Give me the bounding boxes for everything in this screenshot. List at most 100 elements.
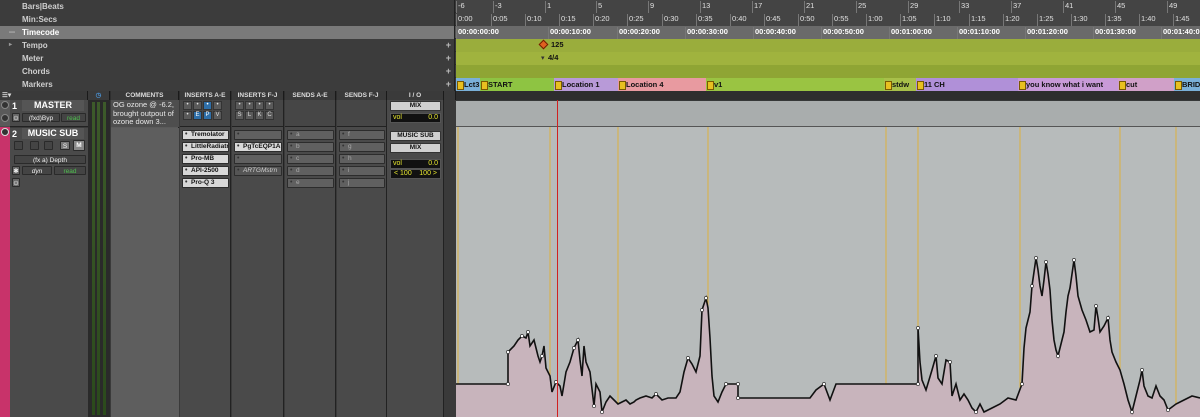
- automation-breakpoint[interactable]: [540, 354, 544, 358]
- automation-breakpoint[interactable]: [704, 296, 708, 300]
- add-meter-icon[interactable]: +: [446, 52, 451, 65]
- record-button[interactable]: [14, 141, 23, 150]
- sends-ae-header[interactable]: SENDS A-E: [285, 91, 336, 100]
- automation-breakpoint[interactable]: [1056, 354, 1060, 358]
- marker-8[interactable]: cut: [1118, 78, 1174, 91]
- add-marker-icon[interactable]: +: [446, 78, 451, 91]
- automation-waveform[interactable]: [456, 100, 1200, 417]
- insert-slot-dot[interactable]: •: [265, 101, 274, 110]
- eps-s[interactable]: S: [235, 111, 244, 120]
- track-menu-icon[interactable]: ☰▾: [2, 92, 11, 99]
- insert-slot-dot[interactable]: •: [255, 101, 264, 110]
- tc-ruler-track[interactable]: 00:00:00:00 00:00:10:00 00:00:20:00 00:00:3…: [456, 26, 1200, 39]
- automation-breakpoint[interactable]: [934, 354, 938, 358]
- track-name-master[interactable]: MASTER: [22, 100, 84, 111]
- master-comment[interactable]: OG ozone @ -6.2, brought outpout of ozon…: [111, 100, 179, 127]
- comments-header[interactable]: COMMENTS: [111, 91, 179, 100]
- chords-ruler-track[interactable]: [456, 65, 1200, 78]
- insert-slot-dot[interactable]: •: [213, 101, 222, 110]
- eps-c[interactable]: C: [265, 111, 274, 120]
- automation-breakpoint[interactable]: [1166, 408, 1170, 412]
- timebase-header[interactable]: ◷: [88, 91, 110, 100]
- marker-5[interactable]: stdw: [884, 78, 916, 91]
- slot-snd-ae-4[interactable]: e: [287, 178, 334, 188]
- automation-breakpoint[interactable]: [1130, 410, 1134, 414]
- automation-breakpoint[interactable]: [1094, 304, 1098, 308]
- automation-breakpoint[interactable]: [592, 404, 596, 408]
- slot-snd-fj-1[interactable]: g: [339, 142, 385, 152]
- automation-breakpoint[interactable]: [736, 396, 740, 400]
- insert-slot-dot[interactable]: •: [235, 101, 244, 110]
- slot-ins-ae-0[interactable]: Tremolator: [182, 130, 229, 140]
- music-sub-output-selector[interactable]: MIX: [390, 143, 441, 153]
- solo-button[interactable]: S: [60, 141, 70, 150]
- automation-breakpoint[interactable]: [736, 382, 740, 386]
- io-header[interactable]: I / O: [387, 91, 444, 100]
- bars-ruler-track[interactable]: -6 -3 1 5 9 13 17 21 25 29 33 37 41 45 49: [456, 0, 1200, 13]
- slot-ins-fj-1[interactable]: PgTcEQP1A: [234, 142, 282, 152]
- insert-slot-dot[interactable]: •: [183, 101, 192, 110]
- slot-ins-fj-3[interactable]: ARTGMstrn: [234, 166, 282, 176]
- slot-ins-ae-2[interactable]: Pro-MB: [182, 154, 229, 164]
- automation-breakpoint[interactable]: [520, 334, 524, 338]
- automation-breakpoint[interactable]: [700, 308, 704, 312]
- automation-breakpoint[interactable]: [822, 382, 826, 386]
- min-ruler-track[interactable]: 0:00 0:05 0:10 0:15 0:20 0:25 0:30 0:35 0:40 0:45…: [456, 13, 1200, 26]
- slot-ins-ae-3[interactable]: API-2500: [182, 166, 229, 176]
- insert-slot-dot[interactable]: •: [245, 101, 254, 110]
- music-sub-input-selector[interactable]: MUSIC SUB: [390, 131, 441, 141]
- automation-breakpoint[interactable]: [1020, 382, 1024, 386]
- marker-3[interactable]: Location 4: [618, 78, 706, 91]
- insert-slot-dot[interactable]: •: [183, 111, 192, 120]
- record-icon[interactable]: [1, 101, 9, 109]
- insert-slot-dot[interactable]: •: [193, 101, 202, 110]
- automation-breakpoint[interactable]: [1106, 316, 1110, 320]
- slot-snd-fj-3[interactable]: i: [339, 166, 385, 176]
- slot-ins-ae-4[interactable]: Pro-Q 3: [182, 178, 229, 188]
- output-icon[interactable]: ⊙: [12, 178, 20, 187]
- meter-ruler-track[interactable]: ▾ 4/4: [456, 52, 1200, 65]
- marker-0[interactable]: Lct3: [456, 78, 480, 91]
- expand-arrow-icon[interactable]: ▸: [9, 39, 12, 52]
- slot-snd-ae-2[interactable]: c: [287, 154, 334, 164]
- solo-safe-icon[interactable]: [1, 114, 9, 122]
- add-chord-icon[interactable]: +: [446, 65, 451, 78]
- master-automation-mode[interactable]: read: [61, 113, 86, 122]
- slot-snd-fj-4[interactable]: j: [339, 178, 385, 188]
- eps-l[interactable]: L: [245, 111, 254, 120]
- input-monitor-button[interactable]: [30, 141, 39, 150]
- master-fx-bypass[interactable]: (fxd)Byp: [22, 113, 60, 122]
- eps-p[interactable]: P: [203, 111, 212, 120]
- automation-breakpoint[interactable]: [1044, 260, 1048, 264]
- automation-breakpoint[interactable]: [916, 326, 920, 330]
- gear-icon[interactable]: ✱: [12, 166, 20, 175]
- automation-breakpoint[interactable]: [576, 338, 580, 342]
- automation-breakpoint[interactable]: [1072, 258, 1076, 262]
- music-sub-volume[interactable]: vol 0.0: [390, 159, 441, 169]
- automation-breakpoint[interactable]: [1140, 368, 1144, 372]
- playhead-line[interactable]: [557, 100, 558, 417]
- insert-slot-dot[interactable]: •: [203, 101, 212, 110]
- marker-4[interactable]: v1: [706, 78, 884, 91]
- inserts-fj-header[interactable]: INSERTS F-J: [232, 91, 284, 100]
- slot-ins-fj-2[interactable]: [234, 154, 282, 164]
- slot-snd-fj-2[interactable]: h: [339, 154, 385, 164]
- eps-v[interactable]: V: [213, 111, 222, 120]
- slot-snd-ae-0[interactable]: a: [287, 130, 334, 140]
- slot-snd-fj-0[interactable]: f: [339, 130, 385, 140]
- markers-ruler-track[interactable]: Lct3 START Location 1 Location 4 v1 stdw 11 CH…: [456, 78, 1200, 91]
- marker-1[interactable]: START: [480, 78, 554, 91]
- marker-7[interactable]: you know what i want: [1018, 78, 1118, 91]
- automation-breakpoint[interactable]: [686, 356, 690, 360]
- tempo-ruler-track[interactable]: 125: [456, 39, 1200, 52]
- record-arm-icon[interactable]: [1, 128, 9, 136]
- automation-breakpoint[interactable]: [654, 392, 658, 396]
- slot-ins-fj-0[interactable]: [234, 130, 282, 140]
- sends-fj-header[interactable]: SENDS F-J: [337, 91, 387, 100]
- add-tempo-icon[interactable]: +: [446, 39, 451, 52]
- slot-ins-ae-1[interactable]: LittleRadiatr: [182, 142, 229, 152]
- marker-6[interactable]: 11 CH: [916, 78, 1018, 91]
- music-sub-pan[interactable]: < 100 100 >: [390, 169, 441, 179]
- meter-marker-icon[interactable]: ▾: [541, 54, 545, 62]
- playlist-view[interactable]: dyn: [22, 166, 52, 175]
